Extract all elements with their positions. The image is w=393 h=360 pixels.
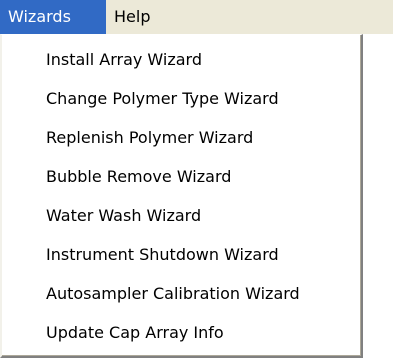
menu-item-install-array-wizard[interactable]: Install Array Wizard: [2, 42, 361, 78]
menu-item-change-polymer-type-wizard[interactable]: Change Polymer Type Wizard: [2, 81, 361, 117]
menu-item-water-wash-wizard[interactable]: Water Wash Wizard: [2, 198, 361, 234]
menu-item-instrument-shutdown-wizard[interactable]: Instrument Shutdown Wizard: [2, 237, 361, 273]
wizards-dropdown-menu: Install Array Wizard Change Polymer Type…: [0, 34, 363, 358]
menu-wizards[interactable]: Wizards: [0, 0, 106, 34]
menu-item-bubble-remove-wizard[interactable]: Bubble Remove Wizard: [2, 159, 361, 195]
menu-help[interactable]: Help: [106, 0, 168, 34]
menu-bar: Wizards Help: [0, 0, 393, 34]
menu-item-update-cap-array-info[interactable]: Update Cap Array Info: [2, 315, 361, 351]
menu-item-autosampler-calibration-wizard[interactable]: Autosampler Calibration Wizard: [2, 276, 361, 312]
menu-item-replenish-polymer-wizard[interactable]: Replenish Polymer Wizard: [2, 120, 361, 156]
